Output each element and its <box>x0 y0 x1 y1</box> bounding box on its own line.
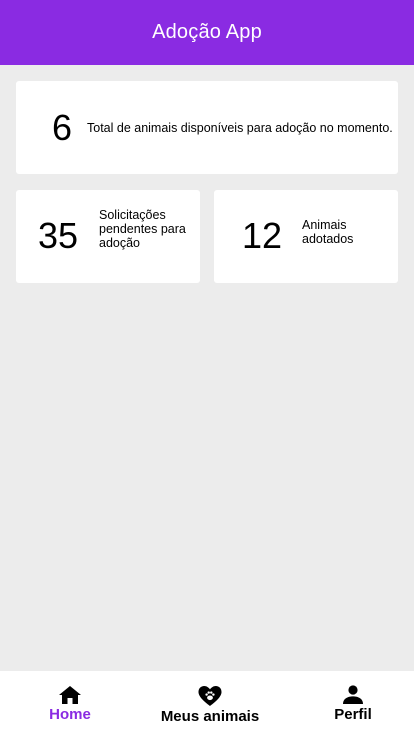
pending-description: Solicitações pendentes para adoção <box>99 208 186 250</box>
pending-requests-card: 35 Solicitações pendentes para adoção <box>16 190 200 283</box>
adopted-description: Animais adotados <box>302 218 354 246</box>
nav-profile-label: Perfil <box>334 706 372 723</box>
bottom-navigation: Home Meus animais Perfil <box>0 671 414 736</box>
home-icon <box>59 686 81 704</box>
available-animals-card: 6 Total de animais disponíveis para adoç… <box>16 81 398 174</box>
nav-my-animals-label: Meus animais <box>160 708 260 725</box>
nav-profile[interactable]: Perfil <box>323 685 383 723</box>
available-count: 6 <box>51 106 73 148</box>
nav-home[interactable]: Home <box>40 685 100 723</box>
heart-paw-icon <box>198 686 222 706</box>
nav-my-animals[interactable]: Meus animais <box>150 685 270 725</box>
available-description: Total de animais disponíveis para adoção… <box>87 121 393 135</box>
app-header: Adoção App <box>0 0 414 65</box>
adopted-animals-card: 12 Animais adotados <box>214 190 398 283</box>
app-title: Adoção App <box>152 21 262 43</box>
adopted-count: 12 <box>241 215 283 256</box>
nav-home-label: Home <box>49 706 91 723</box>
pending-count: 35 <box>37 215 79 256</box>
person-icon <box>343 685 363 704</box>
